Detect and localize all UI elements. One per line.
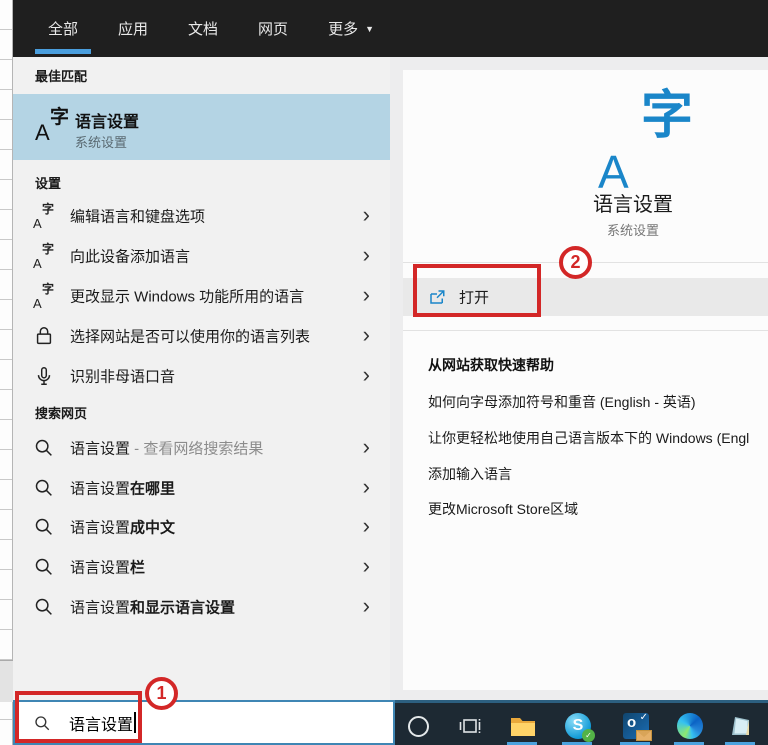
settings-item-add-language[interactable]: A字 向此设备添加语言 ›	[13, 236, 390, 276]
chevron-right-icon: ›	[362, 241, 370, 267]
search-icon	[33, 477, 55, 499]
chevron-right-icon: ›	[362, 592, 370, 618]
annotation-circle-step2: 2	[559, 246, 592, 279]
edge-icon[interactable]	[676, 712, 704, 740]
web-search-item-label: 语言设置栏	[70, 559, 146, 577]
tab-documents[interactable]: 文档	[175, 0, 231, 57]
settings-item-label: 识别非母语口音	[70, 368, 176, 386]
tab-more-label: 更多	[328, 21, 359, 38]
settings-section-header: 设置	[35, 176, 62, 191]
best-match-subtitle: 系统设置	[75, 135, 128, 150]
tab-more[interactable]: 更多 ▼	[315, 0, 387, 57]
web-search-item[interactable]: 语言设置栏 ›	[13, 547, 390, 587]
background-excel-strip	[0, 0, 13, 745]
language-icon: A字	[33, 242, 54, 271]
language-settings-icon-large: 字 A	[598, 87, 693, 198]
preview-subtitle: 系统设置	[606, 223, 659, 238]
envelope-icon	[636, 730, 652, 741]
language-settings-icon: A 字	[35, 107, 69, 145]
cortana-icon[interactable]	[404, 712, 432, 740]
help-link[interactable]: 让你更轻松地使用自己语言版本下的 Windows (Engl	[428, 428, 749, 448]
web-search-section-header: 搜索网页	[35, 406, 88, 421]
search-icon	[33, 437, 55, 459]
chevron-right-icon: ›	[362, 321, 370, 347]
taskbar: S ✓ o ✓	[395, 700, 768, 745]
quick-help-header: 从网站获取快速帮助	[428, 357, 554, 373]
tab-apps[interactable]: 应用	[105, 0, 161, 57]
skype-status-badge: ✓	[582, 729, 595, 742]
help-link[interactable]: 更改Microsoft Store区域	[428, 499, 578, 519]
help-link[interactable]: 如何向字母添加符号和重音 (English - 英语)	[428, 392, 696, 412]
skype-icon[interactable]: S ✓	[564, 712, 595, 742]
settings-item-accent-recognition[interactable]: 识别非母语口音 ›	[13, 356, 390, 396]
excel-cell-block	[0, 660, 13, 702]
web-search-item-label: 语言设置成中文	[70, 519, 176, 537]
preview-title: 语言设置	[593, 194, 673, 216]
web-search-item[interactable]: 语言设置在哪里 ›	[13, 468, 390, 508]
web-search-item-label: 语言设置在哪里	[70, 480, 176, 498]
settings-item-label: 向此设备添加语言	[70, 248, 191, 266]
best-match-title: 语言设置	[75, 114, 140, 131]
web-search-item[interactable]: 语言设置成中文 ›	[13, 507, 390, 547]
settings-item-edit-language-keyboard[interactable]: A字 编辑语言和键盘选项 ›	[13, 196, 390, 236]
help-link[interactable]: 添加输入语言	[428, 464, 512, 484]
tab-documents-label: 文档	[188, 21, 219, 38]
best-match-result[interactable]: A 字 语言设置 系统设置	[13, 94, 390, 160]
web-search-item[interactable]: 语言设置 - 查看网络搜索结果 ›	[13, 428, 390, 468]
web-search-item[interactable]: 语言设置和显示语言设置 ›	[13, 587, 390, 627]
chevron-right-icon: ›	[362, 281, 370, 307]
tab-web[interactable]: 网页	[245, 0, 301, 57]
search-filter-tabs: 全部 应用 文档 网页 更多 ▼	[13, 0, 768, 57]
lock-icon	[33, 325, 55, 347]
preview-pane: 字 A 语言设置 系统设置 打开 从网站获取快速帮助 如何向字母添加符号和重音 …	[390, 57, 768, 702]
divider	[403, 330, 768, 331]
chevron-down-icon: ▼	[365, 23, 374, 34]
tab-apps-label: 应用	[118, 21, 149, 38]
tab-all[interactable]: 全部	[35, 0, 91, 57]
search-results-panel: 最佳匹配 A 字 语言设置 系统设置 设置 A字 编辑语言和键盘选项 › A字 …	[13, 57, 390, 702]
settings-item-label: 更改显示 Windows 功能所用的语言	[70, 288, 305, 306]
chevron-right-icon: ›	[362, 201, 370, 227]
preview-card: 字 A 语言设置 系统设置 打开 从网站获取快速帮助 如何向字母添加符号和重音 …	[403, 70, 768, 690]
task-view-icon[interactable]	[456, 712, 484, 740]
chevron-right-icon: ›	[362, 512, 370, 538]
search-icon	[33, 596, 55, 618]
web-search-item-label: 语言设置 - 查看网络搜索结果	[70, 440, 264, 458]
file-explorer-icon[interactable]	[509, 712, 537, 740]
windows-search-panel: 全部 应用 文档 网页 更多 ▼ 最佳匹配 A 字 语言设置 系统设置 设置 A…	[0, 0, 768, 745]
tab-web-label: 网页	[258, 21, 289, 38]
annotation-box-step2	[413, 264, 541, 317]
microphone-icon	[33, 365, 55, 387]
search-icon	[33, 516, 55, 538]
annotation-circle-step1: 1	[145, 677, 178, 710]
chevron-right-icon: ›	[362, 473, 370, 499]
settings-item-display-language[interactable]: A字 更改显示 Windows 功能所用的语言 ›	[13, 276, 390, 316]
notepad-icon[interactable]	[727, 712, 755, 740]
settings-item-label: 编辑语言和键盘选项	[70, 208, 206, 226]
chevron-right-icon: ›	[362, 433, 370, 459]
settings-item-label: 选择网站是否可以使用你的语言列表	[70, 328, 311, 346]
outlook-icon[interactable]: o ✓	[622, 712, 652, 741]
chevron-right-icon: ›	[362, 361, 370, 387]
best-match-header: 最佳匹配	[35, 69, 88, 84]
web-search-item-label: 语言设置和显示语言设置	[70, 599, 236, 617]
annotation-box-step1	[15, 691, 142, 743]
chevron-right-icon: ›	[362, 552, 370, 578]
settings-item-website-language-list[interactable]: 选择网站是否可以使用你的语言列表 ›	[13, 316, 390, 356]
search-icon	[33, 556, 55, 578]
language-icon: A字	[33, 282, 54, 311]
language-icon: A字	[33, 202, 54, 231]
tab-all-label: 全部	[48, 21, 79, 38]
